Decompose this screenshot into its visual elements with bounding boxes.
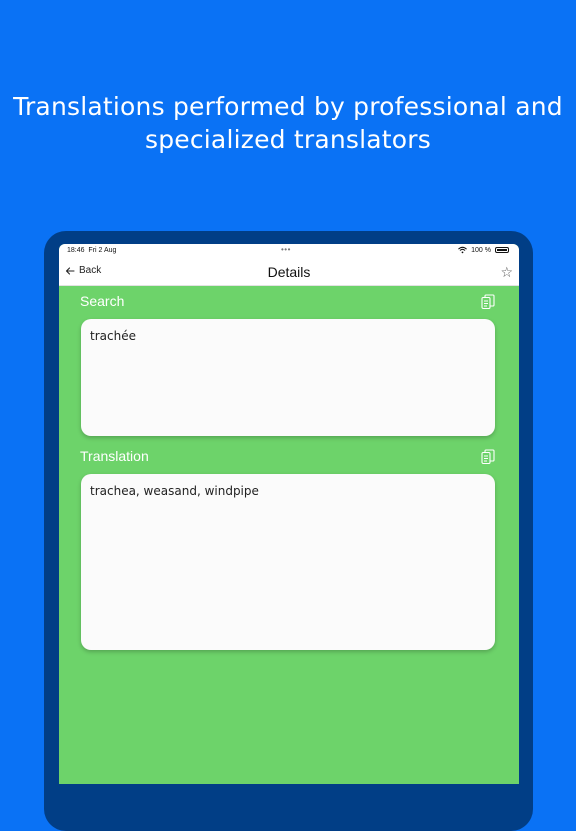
copy-icon[interactable]	[481, 449, 495, 465]
search-label: Search	[80, 293, 125, 309]
search-text: trachée	[90, 329, 136, 343]
star-icon[interactable]: ☆	[500, 264, 513, 281]
translation-text-field[interactable]: trachea, weasand, windpipe	[81, 474, 495, 650]
search-text-field[interactable]: trachée	[81, 319, 495, 436]
page-title: Details	[267, 264, 311, 280]
navigation-bar: Back Details ☆	[59, 258, 519, 286]
status-time-date: 18:46 Fri 2 Aug	[67, 247, 116, 254]
status-date: Fri 2 Aug	[88, 247, 117, 254]
translation-text: trachea, weasand, windpipe	[90, 484, 259, 498]
status-bar: 18:46 Fri 2 Aug ••• 100 %	[59, 244, 519, 258]
copy-icon[interactable]	[481, 294, 495, 310]
wifi-icon	[458, 246, 468, 254]
app-screen: 18:46 Fri 2 Aug ••• 100 % Back Details ☆…	[59, 244, 519, 784]
status-indicators: 100 %	[458, 246, 509, 254]
battery-percent: 100 %	[471, 246, 491, 254]
multitasking-dots[interactable]: •••	[281, 245, 291, 254]
promo-headline: Translations performed by professional a…	[13, 92, 563, 154]
battery-icon	[495, 247, 509, 253]
status-time: 18:46	[67, 247, 85, 254]
translation-label: Translation	[80, 448, 149, 464]
